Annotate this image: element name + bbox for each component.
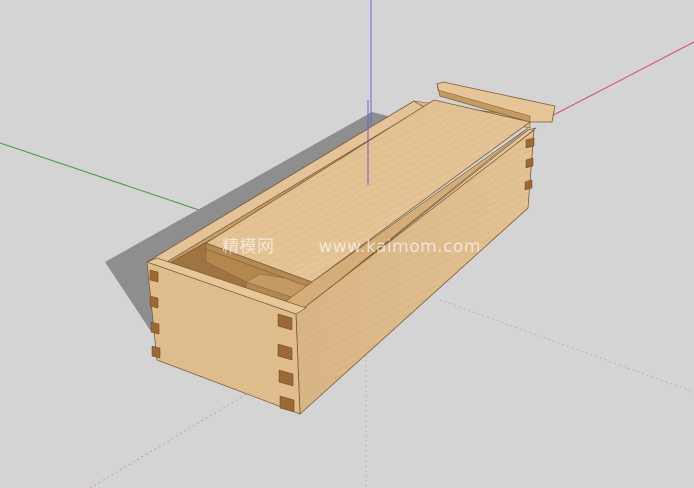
red-axis bbox=[539, 41, 694, 123]
watermark: 精模网 www.kaimom.com bbox=[222, 232, 481, 257]
watermark-site-cn: 精模网 bbox=[222, 237, 275, 257]
dovetail-joints-far bbox=[524, 137, 535, 191]
model-viewport[interactable]: 精模网 www.kaimom.com bbox=[0, 0, 694, 488]
green-axis bbox=[0, 142, 206, 213]
green-axis-dotted-far bbox=[439, 299, 694, 393]
watermark-site-url: www.kaimom.com bbox=[318, 237, 481, 257]
